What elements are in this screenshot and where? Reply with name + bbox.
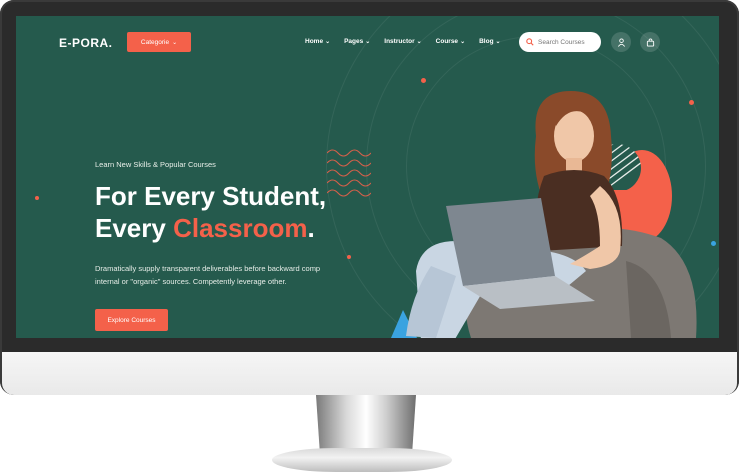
nav-label: Instructor (384, 38, 415, 45)
hero-description: Dramatically supply transparent delivera… (95, 264, 321, 286)
search-input[interactable] (538, 38, 598, 46)
categories-label: Categorie (140, 38, 170, 46)
chevron-down-icon: ⌄ (460, 39, 466, 45)
website-screen: E-PORA. Categorie ⌄ Home ⌄ Pages ⌄ Instr… (16, 16, 719, 338)
search-icon (526, 38, 534, 46)
cart-button[interactable] (640, 32, 660, 52)
headline-prefix: Every (95, 213, 174, 243)
hero-student-image (391, 91, 697, 338)
decor-dot (35, 196, 39, 200)
account-button[interactable] (611, 32, 631, 52)
nav-label: Pages (344, 38, 364, 45)
nav-item-instructor[interactable]: Instructor ⌄ (384, 38, 421, 45)
headline-line-1: For Every Student, (95, 181, 327, 211)
hero-headline: For Every Student, Every Classroom. (95, 180, 326, 244)
nav-label: Course (435, 38, 459, 45)
chevron-down-icon: ⌄ (365, 39, 371, 45)
monitor-stand-neck (316, 395, 416, 455)
nav-item-blog[interactable]: Blog ⌄ (479, 38, 500, 45)
monitor-chin (2, 352, 737, 395)
explore-courses-button[interactable]: Explore Courses (95, 309, 168, 331)
cart-icon (646, 38, 654, 47)
nav-item-pages[interactable]: Pages ⌄ (344, 38, 370, 45)
categories-dropdown-button[interactable]: Categorie ⌄ (127, 32, 191, 52)
decor-dot (347, 255, 351, 259)
chevron-down-icon: ⌄ (325, 39, 331, 45)
monitor-stand-base (272, 448, 452, 472)
wavy-pattern (327, 149, 371, 197)
user-icon (617, 37, 625, 47)
nav-label: Blog (479, 38, 494, 45)
nav-item-course[interactable]: Course ⌄ (436, 38, 465, 45)
hero-eyebrow: Learn New Skills & Popular Courses (95, 160, 216, 169)
chevron-down-icon: ⌄ (495, 39, 501, 45)
nav-label: Home (305, 38, 324, 45)
decor-dot (421, 78, 426, 83)
headline-suffix: . (307, 213, 315, 243)
headline-line-2: Every Classroom. (95, 212, 326, 244)
chevron-down-icon: ⌄ (416, 39, 422, 45)
site-logo[interactable]: E-PORA. (59, 36, 113, 50)
chevron-down-icon: ⌄ (172, 39, 178, 46)
main-nav: Home ⌄ Pages ⌄ Instructor ⌄ Course ⌄ Blo… (305, 38, 501, 45)
nav-item-home[interactable]: Home ⌄ (305, 38, 330, 45)
headline-accent: Classroom (173, 213, 308, 243)
search-box[interactable] (519, 32, 601, 52)
